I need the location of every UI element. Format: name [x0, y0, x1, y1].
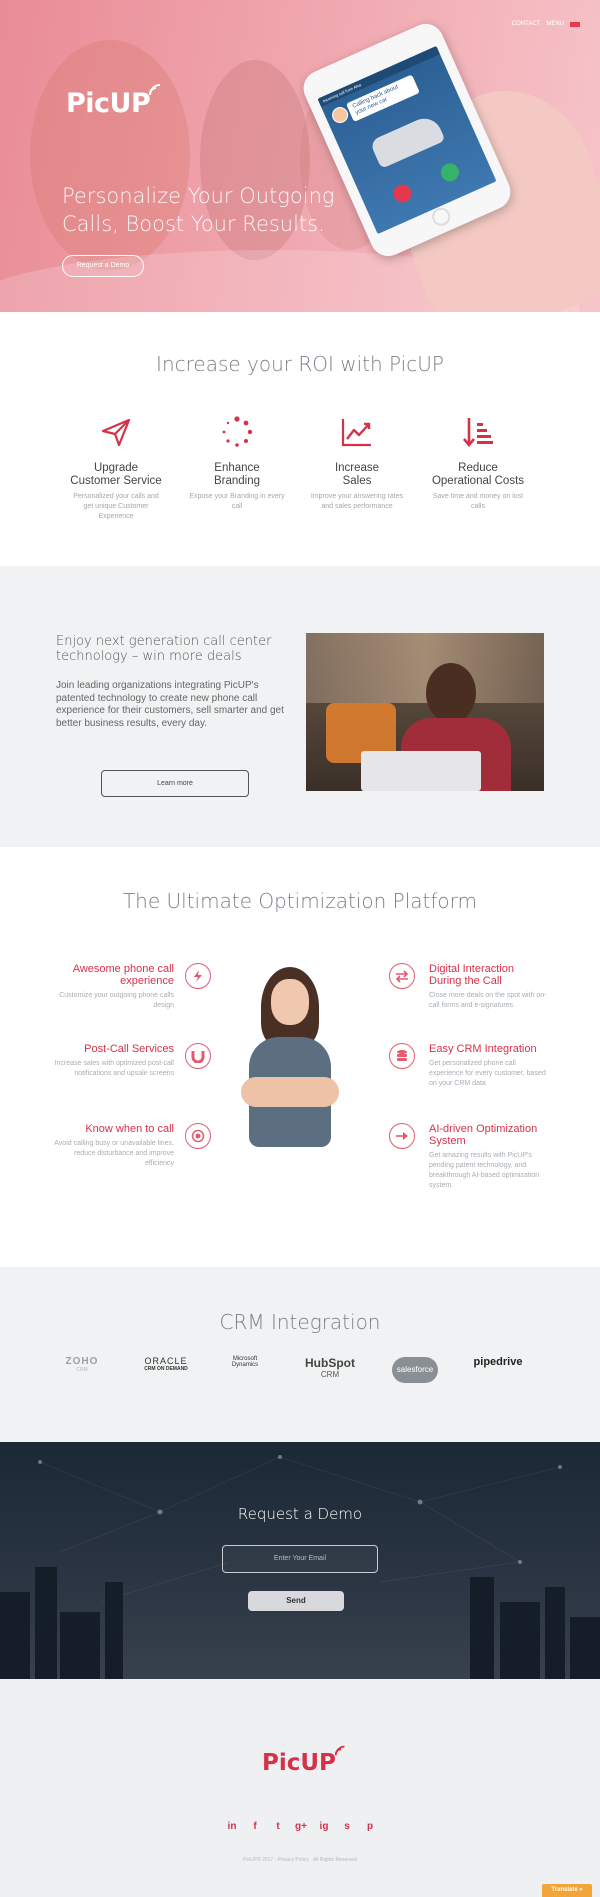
pipedrive-logo: pipedrive [473, 1356, 523, 1368]
learn-more-button[interactable]: Learn more [101, 770, 249, 797]
ultimate-item-desc: Get personalized phone call experience f… [429, 1060, 546, 1087]
microsoft-dynamics-logo: Microsoft Dynamics [231, 1356, 259, 1368]
ultimate-item-post-call: Post-Call Services Increase sales with o… [54, 1043, 174, 1079]
car-image [369, 112, 446, 169]
ultimate-item-desc: Get amazing results with PicUP's pending… [429, 1152, 540, 1189]
feature-title: Enhance Branding [213, 462, 261, 487]
ultimate-item-know-when: Know when to call Avoid calling busy or … [54, 1123, 174, 1169]
ultimate-section-title: The Ultimate Optimization Platform [122, 889, 478, 913]
arrows-exchange-icon [389, 963, 415, 989]
database-icon [389, 1043, 415, 1069]
photo-person-head [426, 663, 476, 723]
instagram-icon[interactable]: ig [318, 1821, 330, 1832]
ultimate-item-title: Easy CRM Integration [429, 1043, 537, 1055]
google-plus-icon[interactable]: g+ [295, 1821, 307, 1832]
ultimate-item-desc: Customize your outgoing phone calls desi… [59, 992, 174, 1009]
pinterest-icon[interactable]: p [364, 1821, 376, 1832]
social-links: in f t g+ ig s p [226, 1821, 376, 1832]
signal-waves-icon [334, 1745, 345, 1756]
request-demo-title: Request a Demo [237, 1505, 363, 1523]
sort-descending-icon [463, 418, 493, 448]
woman-face [271, 979, 309, 1025]
feature-enhance-branding: Enhance Branding Expose your Branding in … [177, 415, 297, 512]
request-demo-button[interactable]: Request a Demo [62, 255, 144, 277]
footer-brand-text: PicUP [262, 1750, 336, 1776]
brand-logo[interactable]: PicUP [66, 84, 161, 119]
facebook-icon[interactable]: f [249, 1821, 261, 1832]
footer [0, 1679, 600, 1897]
zoho-crm-logo: ZOHO CRM [65, 1356, 99, 1373]
contact-link[interactable]: CONTACT [512, 21, 541, 27]
ultimate-item-ai-optimization: AI-driven Optimization System Get amazin… [429, 1123, 549, 1191]
support-woman-image [235, 967, 345, 1147]
ultimate-item-desc: Close more deals on the spot with on-cal… [429, 992, 547, 1009]
menu-link[interactable]: MENU [546, 21, 564, 27]
line-chart-icon [341, 419, 371, 447]
feature-description: Save time and money on lost calls [432, 493, 524, 510]
flag-icon[interactable] [570, 21, 580, 27]
enjoy-body: Join leading organizations integrating P… [56, 680, 284, 729]
send-button[interactable]: Send [248, 1591, 344, 1611]
ultimate-item-desc: Increase sales with optimized post-call … [54, 1060, 174, 1077]
feature-description: Expose your Branding in every call [189, 493, 285, 510]
salesforce-logo: salesforce [392, 1357, 438, 1383]
hero-headline: Personalize Your Outgoing Calls, Boost Y… [62, 182, 362, 238]
skype-icon[interactable]: s [341, 1821, 353, 1832]
feature-description: Improve your answering rates and sales p… [310, 493, 404, 510]
feature-reduce-costs: Reduce Operational Costs Save time and mo… [418, 415, 538, 512]
ultimate-item-crm-integration: Easy CRM Integration Get personalized ph… [429, 1043, 549, 1089]
linkedin-icon[interactable]: in [226, 1821, 238, 1832]
agent-photo [306, 633, 544, 791]
ultimate-item-title: AI-driven Optimization System [429, 1123, 538, 1147]
feature-upgrade-customer-service: Upgrade Customer Service Personalized you… [56, 415, 176, 522]
translate-button[interactable]: Translate » [542, 1884, 592, 1897]
brand-logo-text: PicUP [66, 88, 151, 119]
woman-arms [241, 1077, 339, 1107]
hubspot-crm-logo: HubSpot CRM [305, 1356, 355, 1379]
copyright-text: PicUP® 2017 · Privacy Policy · All Right… [243, 1857, 357, 1863]
feature-increase-sales: Increase Sales Improve your answering rat… [297, 415, 417, 512]
crm-section-title: CRM Integration [219, 1310, 381, 1334]
ultimate-item-title: Digital Interaction During the Call [429, 963, 514, 987]
ultimate-item-title: Post-Call Services [84, 1043, 174, 1055]
ultimate-item-phone-experience: Awesome phone call experience Customize … [54, 963, 174, 1011]
feature-description: Personalized your calls and get unique C… [73, 493, 159, 520]
hero-headline-line1: Personalize Your Outgoing [62, 184, 335, 208]
dotted-circle-icon [222, 416, 253, 447]
paper-plane-icon [101, 418, 131, 447]
hero-headline-line2: Calls, Boost Your Results. [62, 212, 325, 236]
oracle-crm-logo: ORACLE CRM ON DEMAND [144, 1356, 188, 1372]
photo-bg-light [306, 633, 544, 703]
twitter-icon[interactable]: t [272, 1821, 284, 1832]
magnet-icon [185, 1043, 211, 1069]
target-icon [185, 1123, 211, 1149]
feature-title: Reduce Operational Costs [431, 462, 525, 487]
ultimate-item-title: Awesome phone call experience [72, 963, 174, 987]
lightning-icon [185, 963, 211, 989]
arrow-target-icon [389, 1123, 415, 1149]
top-navigation: CONTACT MENU [512, 21, 580, 27]
roi-section-title: Increase your ROI with PicUP [156, 352, 444, 376]
feature-title: Increase Sales [334, 462, 380, 487]
crm-section [0, 1267, 600, 1442]
ultimate-item-desc: Avoid calling busy or unavailable lines,… [54, 1140, 174, 1167]
decline-icon [390, 181, 415, 206]
feature-title: Upgrade Customer Service [70, 462, 162, 487]
footer-brand-logo[interactable]: PicUP [262, 1745, 345, 1776]
hero-section: Incoming call from Ahia Calling back abo… [0, 0, 600, 312]
email-input[interactable]: Enter Your Email [222, 1545, 378, 1573]
photo-laptop [361, 751, 481, 791]
signal-waves-icon [149, 84, 161, 96]
enjoy-title: Enjoy next generation call center techno… [56, 634, 272, 664]
ultimate-item-digital-interaction: Digital Interaction During the Call Clos… [429, 963, 549, 1011]
accept-icon [437, 160, 462, 185]
ultimate-item-title: Know when to call [85, 1123, 174, 1135]
